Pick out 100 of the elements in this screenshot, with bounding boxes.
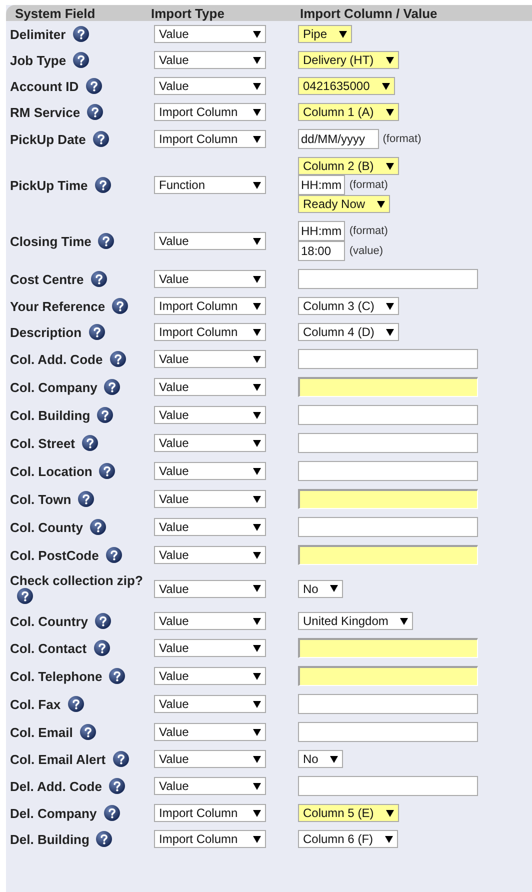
help-icon[interactable] [92,131,109,147]
option-dropdown[interactable]: No [298,750,344,768]
import-type-dropdown[interactable]: Function [154,176,266,194]
value-input-field[interactable] [298,776,478,796]
import-type-dropdown[interactable]: Value [154,518,266,536]
import-type-dropdown[interactable]: Value [154,639,266,657]
help-icon[interactable] [106,547,122,563]
import-type-dropdown[interactable]: Value [154,580,266,598]
help-icon[interactable] [112,298,128,314]
dropdown-value: Column 2 (B) [303,159,374,173]
help-icon[interactable] [109,668,126,684]
option-dropdown[interactable]: Column 2 (B) [298,157,399,175]
value-input-field[interactable]: dd/MM/yyyy [298,129,379,149]
value-input-field[interactable] [298,517,478,537]
dropdown-arrow-icon [385,836,394,842]
help-icon[interactable] [112,751,129,767]
value-input-field[interactable]: HH:mm [298,175,346,195]
value-input-field[interactable] [298,377,478,397]
import-type-dropdown[interactable]: Value [154,667,266,685]
import-type-dropdown[interactable]: Value [154,270,266,288]
help-icon[interactable] [82,435,98,451]
import-type-dropdown[interactable]: Value [154,434,266,452]
value-input-field[interactable] [298,666,478,686]
help-icon[interactable] [17,588,33,604]
help-icon[interactable] [68,696,84,712]
help-icon[interactable] [73,52,90,68]
help-icon[interactable] [87,104,104,120]
option-dropdown[interactable]: Column 3 (C) [298,297,400,315]
value-input-field[interactable] [298,433,478,453]
import-type-dropdown[interactable]: Value [154,51,266,69]
import-type-dropdown[interactable]: Value [154,25,266,43]
dropdown-value: Value [159,408,189,422]
option-dropdown[interactable]: Delivery (HT) [298,51,399,69]
import-type-dropdown[interactable]: Value [154,350,266,368]
import-type-dropdown[interactable]: Value [154,462,266,480]
help-icon[interactable] [90,271,107,287]
help-icon[interactable] [86,78,102,94]
help-icon[interactable] [88,324,105,340]
value-input-field[interactable] [298,694,478,714]
help-icon[interactable] [98,233,114,249]
help-icon[interactable] [94,177,111,193]
import-type-dropdown[interactable]: Import Column [154,297,266,315]
import-type-dropdown[interactable]: Import Column [154,103,266,121]
option-dropdown[interactable]: Column 6 (F) [298,830,398,848]
value-input-field[interactable] [298,722,478,742]
help-icon[interactable] [104,379,120,395]
value-input-field[interactable]: HH:mm [298,221,346,241]
dropdown-value: No [303,582,318,596]
dropdown-arrow-icon [253,585,261,592]
value-input-field[interactable] [298,461,478,481]
value-input-field[interactable] [298,269,478,289]
import-type-dropdown[interactable]: Import Column [154,830,266,848]
option-dropdown[interactable]: 0421635000 [298,77,395,95]
dropdown-value: 0421635000 [303,79,370,93]
value-input-field[interactable]: 18:00 [298,241,346,261]
dropdown-arrow-icon [253,440,261,446]
value-input-field[interactable] [298,545,478,565]
option-dropdown[interactable]: Column 5 (E) [298,804,399,822]
import-type-dropdown[interactable]: Value [154,232,266,250]
import-type-dropdown[interactable]: Value [154,406,266,424]
help-icon[interactable] [94,640,110,656]
field-label: Col. Add. Code [10,352,103,367]
import-type-dropdown[interactable]: Value [154,695,266,713]
import-type-dropdown[interactable]: Value [154,750,266,768]
help-icon[interactable] [108,778,125,794]
value-input-field[interactable] [298,638,478,658]
help-icon[interactable] [99,463,116,479]
help-icon[interactable] [110,351,126,367]
option-dropdown[interactable]: Pipe [298,25,352,43]
option-dropdown[interactable]: Ready Now [298,195,390,213]
option-dropdown[interactable]: United Kingdom [298,612,414,630]
help-icon[interactable] [90,519,106,535]
import-type-dropdown[interactable]: Value [154,77,266,95]
import-type-dropdown[interactable]: Value [154,546,266,564]
help-icon[interactable] [96,831,112,847]
field-label: Del. Company [10,806,97,821]
option-dropdown[interactable]: Column 4 (D) [298,323,400,341]
import-type-dropdown[interactable]: Value [154,612,266,630]
help-icon[interactable] [72,26,89,42]
field-label: Col. County [10,520,83,535]
dropdown-arrow-icon [253,276,261,282]
import-type-dropdown[interactable]: Value [154,723,266,741]
import-type-dropdown[interactable]: Import Column [154,130,266,148]
import-type-dropdown[interactable]: Import Column [154,804,266,822]
option-dropdown[interactable]: Column 1 (A) [298,103,399,121]
help-icon[interactable] [78,491,94,507]
value-input-field[interactable] [298,489,478,509]
field-label: Col. Town [10,492,72,507]
help-icon[interactable] [80,724,96,740]
import-type-dropdown[interactable]: Import Column [154,323,266,341]
help-icon[interactable] [95,613,111,629]
import-type-dropdown[interactable]: Value [154,777,266,795]
help-icon[interactable] [97,407,114,423]
option-dropdown[interactable]: No [298,580,344,598]
value-input-field[interactable] [298,405,478,425]
help-icon[interactable] [104,805,120,821]
dropdown-value: Column 1 (A) [303,105,374,119]
import-type-dropdown[interactable]: Value [154,490,266,508]
value-input-field[interactable] [298,349,478,369]
import-type-dropdown[interactable]: Value [154,378,266,396]
